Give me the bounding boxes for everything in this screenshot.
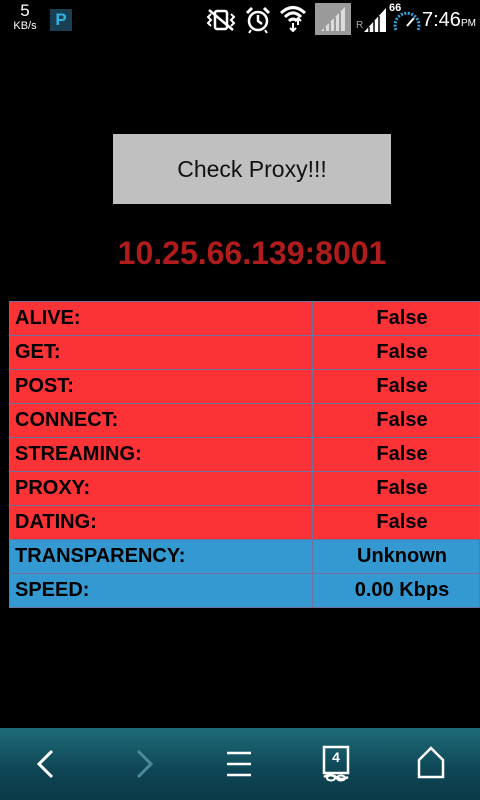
result-value: False (312, 471, 480, 506)
result-row: ALIVE: False (9, 301, 480, 336)
muted-vibrate-icon (206, 9, 236, 31)
result-row: PROXY: False (9, 471, 480, 506)
navigation-bar: 4 (0, 728, 480, 800)
result-label: TRANSPARENCY: (9, 539, 313, 574)
result-value: False (312, 403, 480, 438)
result-row: TRANSPARENCY: Unknown (9, 539, 480, 574)
result-label: DATING: (9, 505, 313, 540)
network-type-label: R (356, 20, 364, 31)
tabs-button[interactable]: 4 (320, 744, 352, 784)
result-row: CONNECT: False (9, 403, 480, 438)
result-value: False (312, 437, 480, 472)
check-proxy-button[interactable]: Check Proxy!!! (113, 134, 391, 204)
wifi-icon (279, 6, 307, 32)
result-row: DATING: False (9, 505, 480, 540)
menu-icon[interactable] (226, 750, 252, 778)
result-row: POST: False (9, 369, 480, 404)
battery-level: 66 (389, 2, 402, 14)
network-speed-indicator: 5 KB/s (8, 1, 42, 33)
signal-disabled-icon (315, 3, 351, 35)
alarm-icon (245, 6, 271, 34)
result-row: GET: False (9, 335, 480, 370)
proxy-address: 10.25.66.139:8001 (117, 235, 387, 271)
home-icon[interactable] (416, 746, 446, 780)
result-label: STREAMING: (9, 437, 313, 472)
screen: 5 KB/s P R 66 7:46PM Check Proxy!!! 10.2… (0, 0, 480, 800)
result-value: 0.00 Kbps (312, 573, 480, 608)
forward-icon[interactable] (132, 748, 156, 780)
result-label: GET: (9, 335, 313, 370)
result-value: Unknown (312, 539, 480, 574)
result-row: SPEED: 0.00 Kbps (9, 573, 480, 608)
result-label: ALIVE: (9, 301, 313, 336)
network-speed-value: 5 (20, 1, 30, 20)
result-label: SPEED: (9, 573, 313, 608)
network-speed-unit: KB/s (13, 20, 37, 32)
results-table: ALIVE: False GET: False POST: False CONNECT: Fa… (9, 301, 480, 608)
result-row: STREAMING: False (9, 437, 480, 472)
result-label: PROXY: (9, 471, 313, 506)
status-clock: 7:46PM (422, 9, 476, 35)
tab-count: 4 (332, 749, 340, 765)
p-notification-icon: P (50, 9, 72, 31)
clock-time: 7:46 (422, 9, 461, 31)
result-label: POST: (9, 369, 313, 404)
clock-ampm: PM (460, 18, 476, 29)
result-label: CONNECT: (9, 403, 313, 438)
result-value: False (312, 335, 480, 370)
status-bar: 5 KB/s P R 66 7:46PM (0, 0, 480, 38)
result-value: False (312, 369, 480, 404)
back-icon[interactable] (34, 748, 58, 780)
result-value: False (312, 505, 480, 540)
result-value: False (312, 301, 480, 336)
